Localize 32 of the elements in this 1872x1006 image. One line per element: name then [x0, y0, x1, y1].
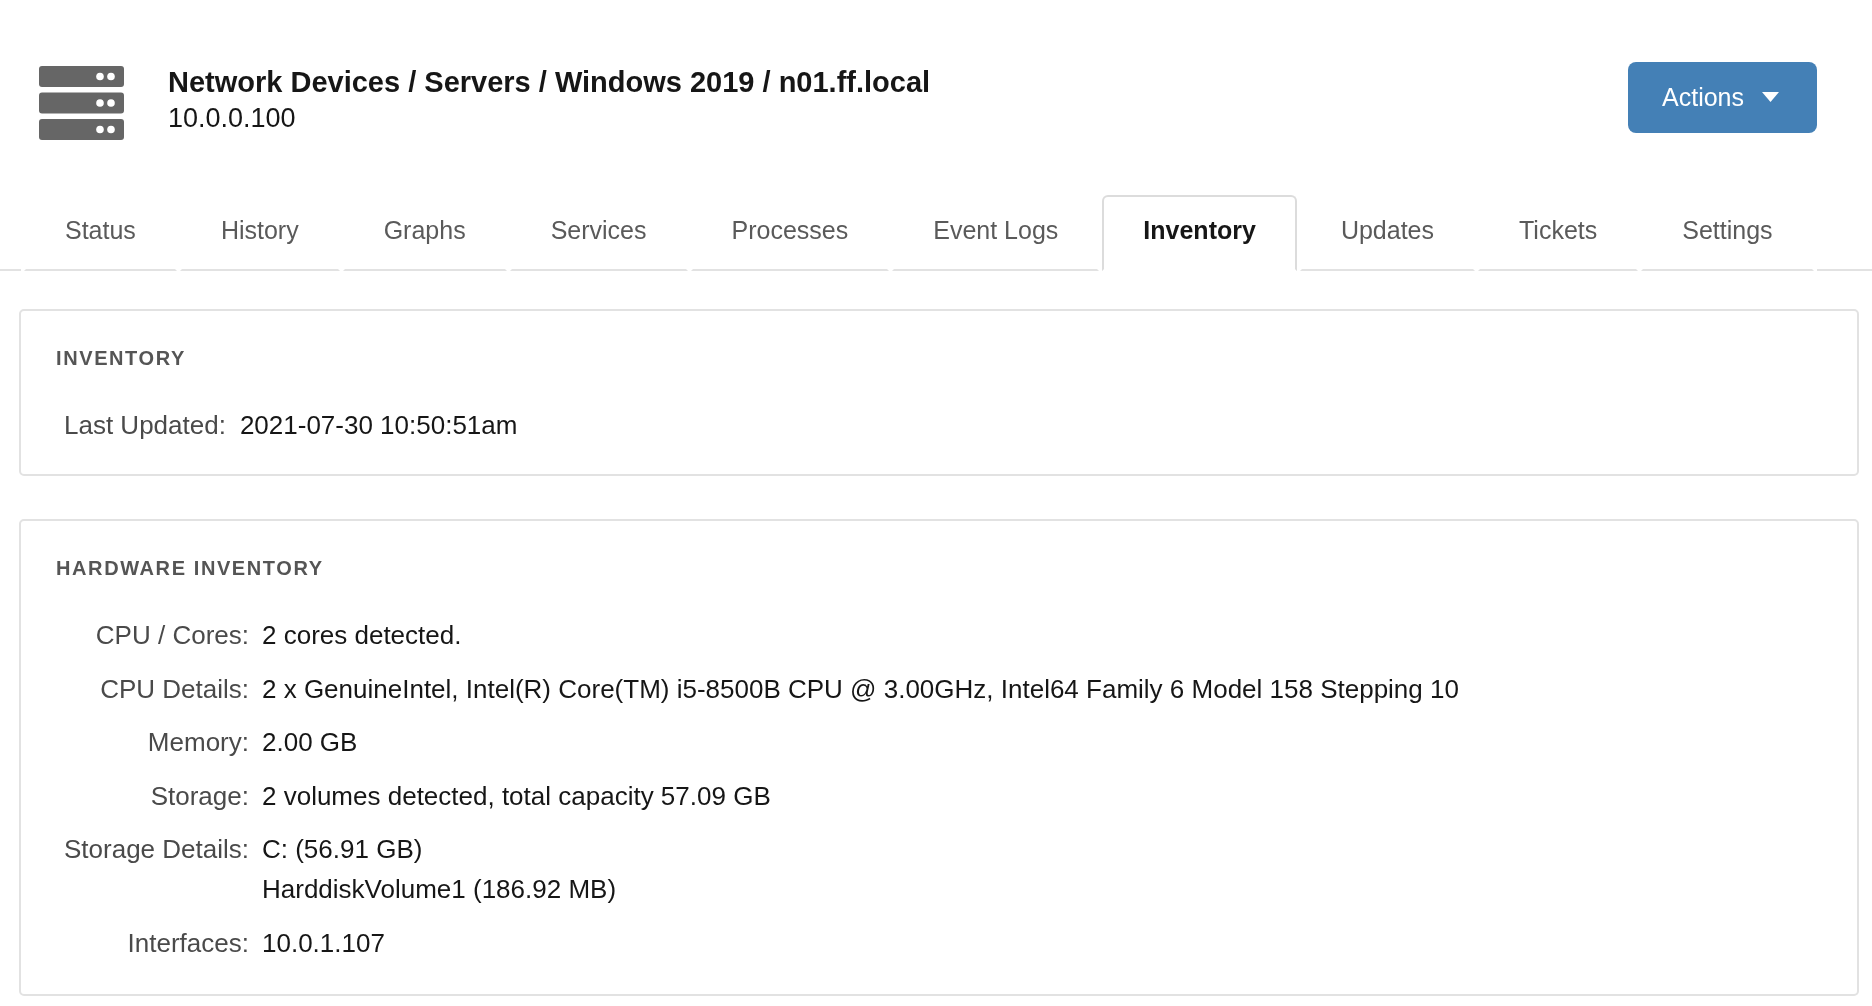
tab[interactable]: Inventory: [1102, 195, 1297, 271]
field-value: HarddiskVolume1 (186.92 MB): [262, 874, 617, 904]
tab[interactable]: Processes: [690, 195, 890, 271]
field-value: 10.0.1.107: [262, 927, 385, 958]
field-label: Storage:: [150, 780, 249, 811]
server-icon: [39, 66, 124, 140]
field-label: Storage Details:: [64, 834, 249, 864]
caret-icon: [1762, 92, 1779, 102]
field-label: Interfaces:: [127, 927, 249, 958]
field-label: Last Updated:: [64, 409, 226, 442]
tab[interactable]: Status: [24, 195, 177, 271]
page-title: Network Devices / Servers / Windows 2019 / n01.ff.local: [168, 65, 931, 100]
actions-button[interactable]: Actions: [1628, 62, 1817, 133]
section-heading: HARDWARE INVENTORY: [56, 557, 324, 579]
field-label: CPU / Cores:: [95, 620, 249, 650]
tab[interactable]: Services: [509, 195, 688, 271]
tab[interactable]: Updates: [1299, 195, 1475, 271]
tab[interactable]: Tickets: [1478, 195, 1639, 271]
field-value: C: (56.91 GB): [262, 834, 423, 864]
tab[interactable]: Event Logs: [892, 195, 1100, 271]
ip-address: 10.0.0.100: [168, 103, 296, 133]
field-value: 2 x GenuineIntel, Intel(R) Core(TM) i5-8500B CPU @ 3.00GHz, Intel64 Family 6 Model 158 Stepping 10: [262, 673, 1459, 704]
field-value: 2 cores detected.: [262, 620, 462, 650]
field-value: 2021-07-30 10:50:51am: [239, 409, 518, 442]
tab[interactable]: Settings: [1641, 195, 1814, 271]
tab[interactable]: History: [179, 195, 340, 271]
field-value: 2.00 GB: [262, 727, 358, 757]
section-heading: INVENTORY: [56, 347, 186, 369]
field-label: Memory:: [147, 727, 249, 757]
field-value: 2 volumes detected, total capacity 57.09 GB: [262, 780, 771, 811]
field-label: CPU Details:: [100, 673, 249, 704]
tab[interactable]: Graphs: [342, 195, 507, 271]
